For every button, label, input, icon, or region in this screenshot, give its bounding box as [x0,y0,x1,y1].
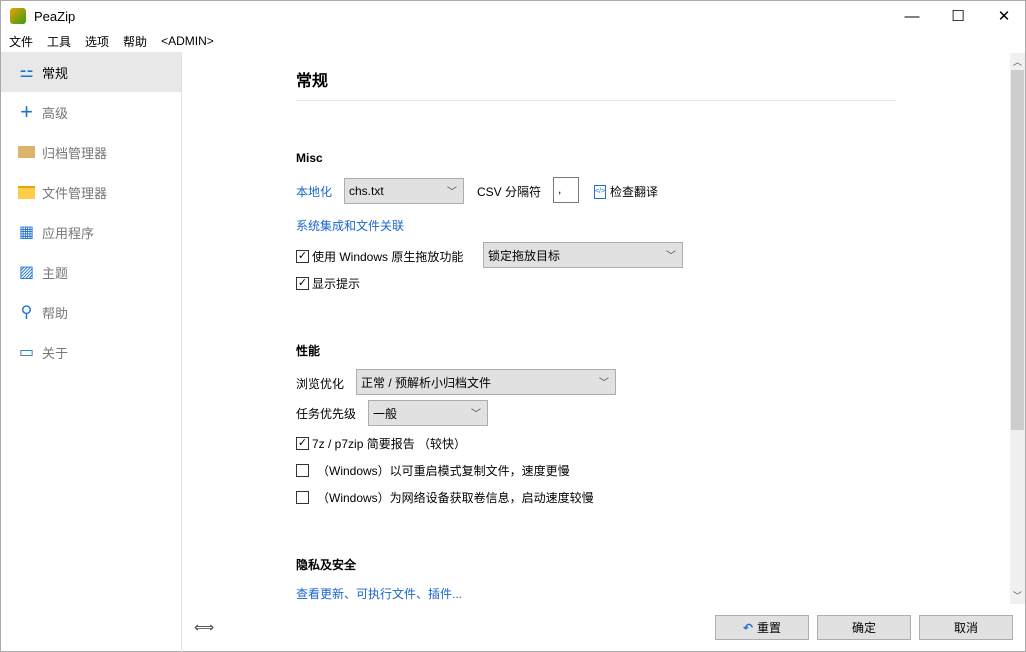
sidebar-item-help[interactable]: ⚲ 帮助 [1,292,181,332]
check-translation-label: 检查翻译 [610,185,659,199]
localization-link[interactable]: 本地化 [296,183,332,200]
sidebar-item-label: 主题 [42,265,69,281]
sidebar-item-file-manager[interactable]: 文件管理器 [1,172,181,212]
code-file-icon: </> [594,184,606,199]
sidebar-item-theme[interactable]: ▨ 主题 [1,252,181,292]
sidebar-item-label: 应用程序 [42,225,95,241]
archive-icon [18,144,35,161]
page-title: 常规 [296,73,329,90]
menu-admin[interactable]: <ADMIN> [161,34,214,48]
sidebar-item-about[interactable]: ▭ 关于 [1,332,181,372]
priority-select[interactable]: 一般 ﹀ [368,400,488,426]
minimize-button[interactable]: — [889,1,935,31]
browse-optimization-select[interactable]: 正常 / 预解析小归档文件 ﹀ [356,369,616,395]
native-drag-label: 使用 Windows 原生拖放功能 [312,250,464,264]
cancel-button[interactable]: 取消 [919,615,1013,640]
checkbox-checked-icon: ✓ [296,250,309,263]
undo-icon: ↶ [742,620,754,635]
network-info-label: （Windows）为网络设备获取卷信息，启动速度较慢 [317,491,594,505]
sidebar-item-label: 高级 [42,105,69,121]
close-button[interactable]: ✕ [981,1,1026,31]
sidebar-item-label: 常规 [42,65,69,81]
priority-label: 任务优先级 [296,407,357,421]
report-checkbox[interactable]: ✓ 7z / p7zip 简要报告 （较快） [296,435,466,452]
scroll-up-icon[interactable]: ︿ [1013,55,1022,68]
sidebar-item-applications[interactable]: ▦ 应用程序 [1,212,181,252]
sidebar-item-label: 文件管理器 [42,185,108,201]
window-title: PeaZip [34,8,76,24]
menu-help[interactable]: 帮助 [123,33,147,50]
localization-value: chs.txt [349,184,384,198]
sidebar-item-label: 关于 [42,345,69,361]
menu-file[interactable]: 文件 [9,33,33,50]
sidebar-item-label: 归档管理器 [42,145,108,161]
restart-copy-checkbox[interactable]: （Windows）以可重启模式复制文件，速度更慢 [296,462,570,479]
ok-button[interactable]: 确定 [817,615,911,640]
menu-bar: 文件 工具 选项 帮助 <ADMIN> [1,31,228,51]
chevron-down-icon: ﹀ [447,187,457,198]
report-label: 7z / p7zip 简要报告 （较快） [312,437,467,451]
folder-icon [18,184,35,201]
network-info-checkbox[interactable]: （Windows）为网络设备获取卷信息，启动速度较慢 [296,489,594,506]
checkbox-unchecked-icon [296,491,309,504]
checkbox-unchecked-icon [296,464,309,477]
chat-icon: ▭ [18,344,35,361]
scrollbar-thumb[interactable] [1011,70,1024,430]
restart-copy-label: （Windows）以可重启模式复制文件，速度更慢 [317,464,570,478]
vertical-scrollbar[interactable]: ︿ ﹀ [1010,53,1025,604]
updates-link[interactable]: 查看更新、可执行文件、插件... [296,585,462,602]
divider [296,100,896,101]
menu-tools[interactable]: 工具 [47,33,71,50]
resize-handle-icon[interactable]: ⟺ [194,619,214,636]
sidebar-item-archive-manager[interactable]: 归档管理器 [1,132,181,172]
browse-label: 浏览优化 [296,377,345,391]
browse-value: 正常 / 预解析小归档文件 [361,375,492,390]
check-translation-button[interactable]: </> 检查翻译 [594,183,658,200]
sidebar: ⚍ 常规 + 高级 归档管理器 文件管理器 ▦ 应用程序 ▨ 主题 ⚲ 帮助 ▭ 关于 [1,52,182,652]
chevron-down-icon: ﹀ [471,409,481,420]
plus-icon: + [20,99,33,124]
sidebar-item-label: 帮助 [42,305,69,321]
menu-options[interactable]: 选项 [85,33,109,50]
reset-button[interactable]: ↶ 重置 [715,615,809,640]
sidebar-item-advanced[interactable]: + 高级 [1,92,181,132]
grid-icon: ▦ [18,224,35,241]
checkbox-checked-icon: ✓ [296,437,309,450]
reset-label: 重置 [757,621,782,635]
performance-heading: 性能 [296,344,321,358]
checkbox-checked-icon: ✓ [296,277,309,290]
maximize-button[interactable]: ☐ [935,1,981,31]
csv-separator-label: CSV 分隔符 [477,185,542,199]
misc-heading: Misc [296,151,323,165]
show-hints-label: 显示提示 [312,277,361,291]
drag-option-select[interactable]: 锁定拖放目标 ﹀ [483,242,683,268]
sidebar-item-general[interactable]: ⚍ 常规 [1,52,181,92]
drag-option-value: 锁定拖放目标 [488,248,561,263]
sliders-icon: ⚍ [19,64,34,81]
priority-value: 一般 [373,406,398,421]
chevron-down-icon: ﹀ [599,378,609,389]
image-icon: ▨ [18,264,35,281]
search-icon: ⚲ [20,304,33,321]
privacy-heading: 隐私及安全 [296,558,357,572]
system-integration-link[interactable]: 系统集成和文件关联 [296,217,404,234]
chevron-down-icon: ﹀ [666,251,676,262]
native-drag-checkbox[interactable]: ✓ 使用 Windows 原生拖放功能 [296,248,463,265]
show-hints-checkbox[interactable]: ✓ 显示提示 [296,275,360,292]
localization-select[interactable]: chs.txt ﹀ [344,178,464,204]
peazip-logo-icon [10,8,26,24]
title-bar: PeaZip — ☐ ✕ [1,1,1026,31]
scroll-down-icon[interactable]: ﹀ [1013,589,1022,602]
csv-separator-input[interactable]: , [553,177,579,203]
